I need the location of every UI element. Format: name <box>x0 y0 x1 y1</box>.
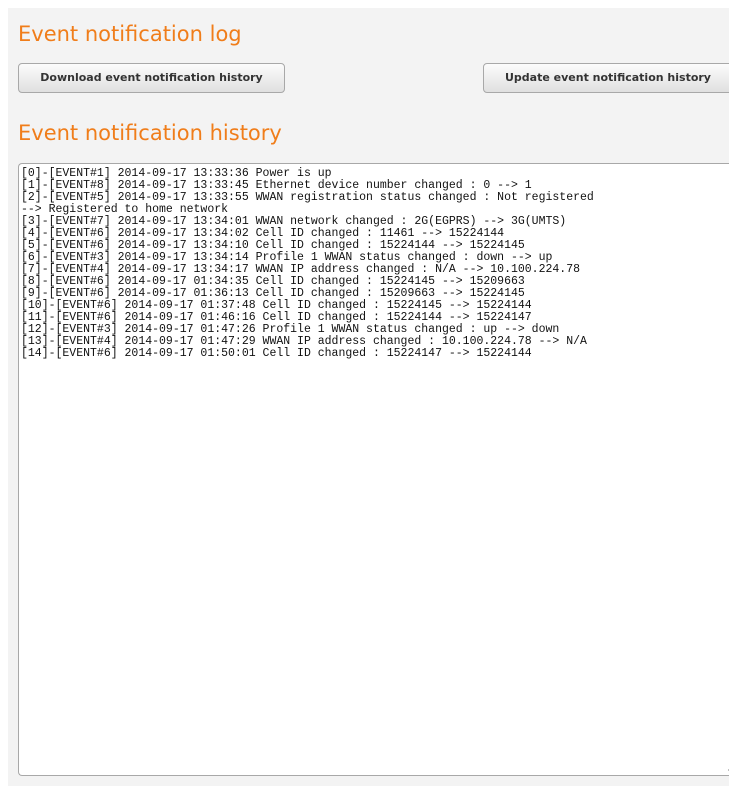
event-log-title: Event notification log <box>18 22 242 46</box>
event-log-panel: Event notification log Download event no… <box>8 8 729 786</box>
update-history-button[interactable]: Update event notification history <box>483 63 729 93</box>
download-history-button[interactable]: Download event notification history <box>18 63 285 93</box>
event-history-textarea[interactable]: [0]-[EVENT#1] 2014-09-17 13:33:36 Power … <box>18 163 729 776</box>
event-history-title: Event notification history <box>18 121 282 145</box>
log-line: [14]-[EVENT#6] 2014-09-17 01:50:01 Cell … <box>21 347 532 360</box>
